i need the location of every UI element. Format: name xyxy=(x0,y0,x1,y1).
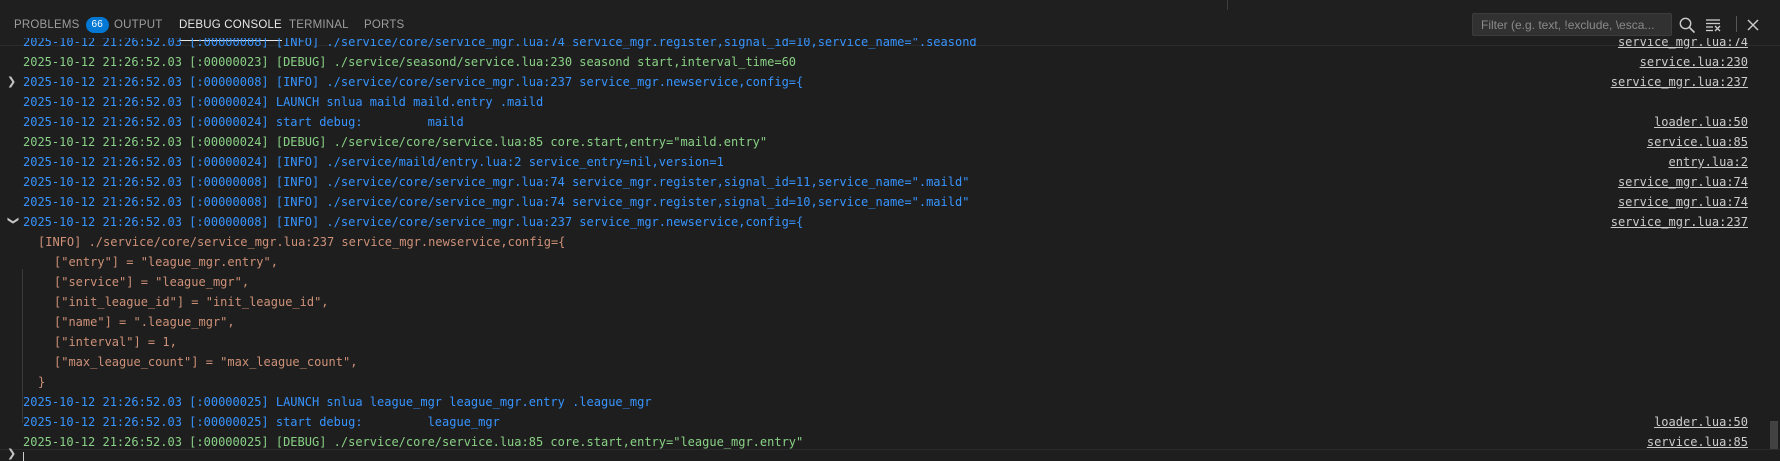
log-message: 2025-10-12 21:26:52.03 [:00000025] start… xyxy=(23,415,500,429)
search-icon[interactable] xyxy=(1676,14,1698,36)
source-link[interactable]: entry.lua:2 xyxy=(1669,152,1748,172)
tab-output[interactable]: OUTPUT xyxy=(114,15,162,35)
log-line: 2025-10-12 21:26:52.03 [:00000008] [INFO… xyxy=(0,172,1760,192)
object-entry: ["max_league_count"] = "max_league_count… xyxy=(0,352,1760,372)
log-line: 2025-10-12 21:26:52.03 [:00000025] start… xyxy=(0,412,1760,432)
object-footer: } xyxy=(0,372,1760,392)
log-line: 2025-10-12 21:26:52.03 [:00000008] [INFO… xyxy=(0,38,1760,52)
log-line: 2025-10-12 21:26:52.03 [:00000024] start… xyxy=(0,112,1760,132)
log-line: 2025-10-12 21:26:52.03 [:00000025] LAUNC… xyxy=(0,392,1760,412)
log-line-collapsible[interactable]: ❯ 2025-10-12 21:26:52.03 [:00000008] [IN… xyxy=(0,72,1760,92)
object-entry-text: ["max_league_count"] = "max_league_count… xyxy=(54,355,358,369)
toolbar-separator xyxy=(1736,16,1737,32)
source-link[interactable]: service_mgr.lua:237 xyxy=(1611,212,1748,232)
source-link[interactable]: service.lua:230 xyxy=(1640,52,1748,72)
tab-terminal[interactable]: TERMINAL xyxy=(289,15,349,35)
log-message: 2025-10-12 21:26:52.03 [:00000008] [INFO… xyxy=(23,195,970,209)
tab-debug-console[interactable]: DEBUG CONSOLE xyxy=(179,15,282,41)
source-link[interactable]: service.lua:85 xyxy=(1647,132,1748,152)
filter-input[interactable] xyxy=(1472,13,1672,36)
log-line: 2025-10-12 21:26:52.03 [:00000023] [DEBU… xyxy=(0,52,1760,72)
source-link[interactable]: service_mgr.lua:74 xyxy=(1618,172,1748,192)
log-line: 2025-10-12 21:26:52.03 [:00000024] [DEBU… xyxy=(0,132,1760,152)
log-message: 2025-10-12 21:26:52.03 [:00000024] [DEBU… xyxy=(23,135,768,149)
debug-console-output: 2025-10-12 21:26:52.03 [:00000008] [INFO… xyxy=(0,38,1780,460)
close-panel-icon[interactable] xyxy=(1742,14,1764,36)
object-entry-text: ["service"] = "league_mgr", xyxy=(54,275,250,289)
console-input[interactable]: ❯ xyxy=(0,447,1780,461)
object-footer-text: } xyxy=(38,375,46,389)
object-entry-text: ["entry"] = "league_mgr.entry", xyxy=(54,255,278,269)
object-header-text: [INFO] ./service/core/service_mgr.lua:23… xyxy=(38,235,566,249)
log-message: 2025-10-12 21:26:52.03 [:00000008] [INFO… xyxy=(23,215,804,229)
tab-problems-label: PROBLEMS xyxy=(14,19,80,31)
object-entry-text: ["init_league_id"] = "init_league_id", xyxy=(54,295,329,309)
log-line: 2025-10-12 21:26:52.03 [:00000024] [INFO… xyxy=(0,152,1760,172)
log-message: 2025-10-12 21:26:52.03 [:00000024] start… xyxy=(23,115,464,129)
problems-count-badge: 66 xyxy=(85,17,110,33)
source-link[interactable]: service_mgr.lua:74 xyxy=(1618,192,1748,212)
object-entry: ["init_league_id"] = "init_league_id", xyxy=(0,292,1760,312)
source-link[interactable]: service_mgr.lua:237 xyxy=(1611,72,1748,92)
log-line-expanded[interactable]: ❯ 2025-10-12 21:26:52.03 [:00000008] [IN… xyxy=(0,212,1760,232)
log-message: 2025-10-12 21:26:52.03 [:00000024] LAUNC… xyxy=(23,95,544,109)
log-message: 2025-10-12 21:26:52.03 [:00000024] [INFO… xyxy=(23,155,724,169)
tab-problems[interactable]: PROBLEMS 66 xyxy=(14,15,110,35)
log-line: 2025-10-12 21:26:52.03 [:00000024] LAUNC… xyxy=(0,92,1760,112)
panel-divider xyxy=(1227,0,1228,10)
object-entry: ["interval"] = 1, xyxy=(0,332,1760,352)
object-entry: ["service"] = "league_mgr", xyxy=(0,272,1760,292)
log-message: 2025-10-12 21:26:52.03 [:00000008] [INFO… xyxy=(23,175,970,189)
object-entry: ["entry"] = "league_mgr.entry", xyxy=(0,252,1760,272)
log-line: 2025-10-12 21:26:52.03 [:00000008] [INFO… xyxy=(0,192,1760,212)
prompt-chevron-icon: ❯ xyxy=(7,447,17,460)
object-entry-text: ["interval"] = 1, xyxy=(54,335,177,349)
chevron-down-icon[interactable]: ❯ xyxy=(3,216,23,228)
object-entry: ["name"] = ".league_mgr", xyxy=(0,312,1760,332)
log-message: 2025-10-12 21:26:52.03 [:00000008] [INFO… xyxy=(23,38,977,49)
log-message: 2025-10-12 21:26:52.03 [:00000023] [DEBU… xyxy=(23,55,797,69)
tab-ports[interactable]: PORTS xyxy=(364,15,404,35)
chevron-right-icon[interactable]: ❯ xyxy=(7,72,19,92)
source-link[interactable]: loader.lua:50 xyxy=(1654,412,1748,432)
source-link[interactable]: service_mgr.lua:74 xyxy=(1618,38,1748,52)
source-link[interactable]: loader.lua:50 xyxy=(1654,112,1748,132)
scrollbar-thumb[interactable] xyxy=(1770,421,1778,449)
object-entry-text: ["name"] = ".league_mgr", xyxy=(54,315,235,329)
log-message: 2025-10-12 21:26:52.03 [:00000025] LAUNC… xyxy=(23,395,652,409)
log-message: 2025-10-12 21:26:52.03 [:00000008] [INFO… xyxy=(23,75,804,89)
clear-console-icon[interactable] xyxy=(1702,14,1724,36)
vertical-scrollbar[interactable] xyxy=(1766,45,1780,449)
object-header: [INFO] ./service/core/service_mgr.lua:23… xyxy=(0,232,1760,252)
